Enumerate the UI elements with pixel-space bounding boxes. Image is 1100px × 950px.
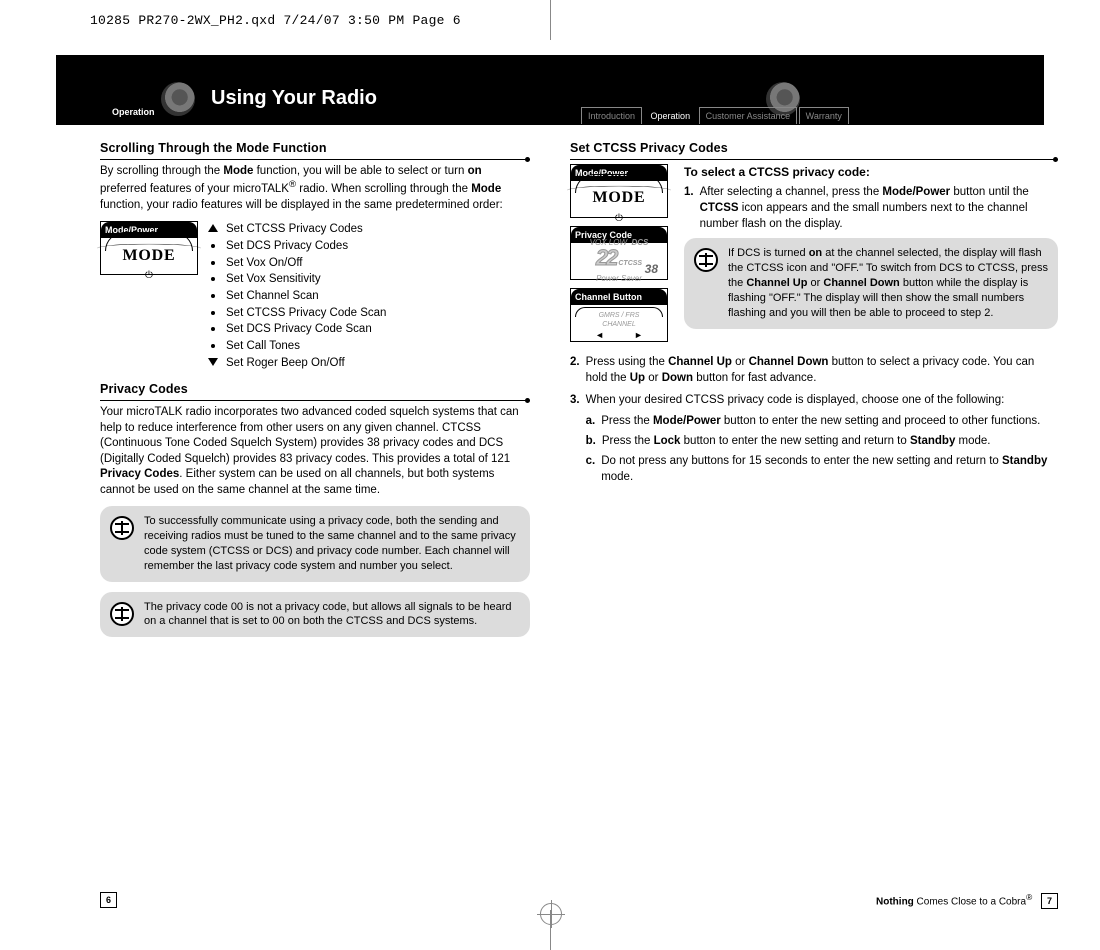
down-arrow-icon	[208, 358, 218, 366]
bullet-icon	[211, 344, 215, 348]
tab-operation: Operation	[644, 107, 698, 124]
note-icon	[110, 516, 134, 540]
heading-mode-function: Scrolling Through the Mode Function	[100, 140, 530, 160]
crop-mark-top	[550, 0, 552, 40]
bullet-icon	[211, 261, 215, 265]
page-title: Using Your Radio	[211, 85, 377, 112]
bullet-icon	[211, 277, 215, 281]
bullet-icon	[211, 294, 215, 298]
step-3: 3. When your desired CTCSS privacy code …	[570, 392, 1058, 488]
mode-power-button-diagram: Mode/Power MODE ⏻	[100, 221, 198, 275]
mode-order-list: Set CTCSS Privacy Codes Set DCS Privacy …	[208, 221, 530, 371]
privacy-codes-paragraph: Your microTALK radio incorporates two ad…	[100, 405, 530, 498]
bullet-icon	[211, 244, 215, 248]
power-icon: ⏻	[145, 270, 153, 281]
bullet-icon	[211, 327, 215, 331]
tab-operation-left: Operation	[108, 106, 159, 118]
step-3c: c.Do not press any buttons for 15 second…	[586, 453, 1058, 485]
left-page: Scrolling Through the Mode Function By s…	[0, 140, 550, 870]
bullet-icon	[211, 311, 215, 315]
header-black-band: Operation Using Your Radio Introduction …	[56, 55, 1044, 125]
step-2: 2. Press using the Channel Up or Channel…	[570, 354, 1058, 386]
tab-customer-assistance: Customer Assistance	[699, 107, 798, 124]
ctcss-lead: To select a CTCSS privacy code:	[684, 164, 1058, 180]
up-arrow-icon	[208, 224, 218, 232]
prepress-slug: 10285 PR270-2WX_PH2.qxd 7/24/07 3:50 PM …	[90, 12, 461, 30]
tab-warranty: Warranty	[799, 107, 849, 124]
section-nav-tabs: Introduction Operation Customer Assistan…	[581, 107, 848, 124]
mode-intro-paragraph: By scrolling through the Mode function, …	[100, 164, 530, 213]
mode-power-button-diagram: Mode/Power MODE⏻	[570, 164, 668, 218]
step-3b: b.Press the Lock button to enter the new…	[586, 433, 1058, 449]
cobra-slogan: Nothing Comes Close to a Cobra®	[876, 892, 1032, 909]
heading-set-ctcss: Set CTCSS Privacy Codes	[570, 140, 1058, 160]
privacy-code-display-diagram: Privacy Code VOX LOW DCS 22CTCSS 38 Powe…	[570, 226, 668, 280]
channel-button-diagram: Channel Button GMRS / FRSCHANNEL ◄ ►	[570, 288, 668, 342]
page-number-right: 7	[1041, 893, 1058, 909]
step-1: 1. After selecting a channel, press the …	[684, 184, 1058, 232]
registration-mark-icon	[540, 903, 562, 925]
note-icon	[694, 248, 718, 272]
note-communicate: To successfully communicate using a priv…	[100, 506, 530, 581]
right-page: Set CTCSS Privacy Codes Mode/Power MODE⏻…	[550, 140, 1100, 870]
mode-glyph: MODE	[123, 247, 176, 264]
page-number-left: 6	[100, 892, 117, 908]
heading-privacy-codes: Privacy Codes	[100, 381, 530, 401]
tab-introduction: Introduction	[581, 107, 642, 124]
note-icon	[110, 602, 134, 626]
note-dcs-on: If DCS is turned on at the channel selec…	[684, 238, 1058, 328]
note-code-00: The privacy code 00 is not a privacy cod…	[100, 592, 530, 638]
step-3a: a.Press the Mode/Power button to enter t…	[586, 413, 1058, 429]
cobra-logo-icon	[161, 82, 195, 116]
